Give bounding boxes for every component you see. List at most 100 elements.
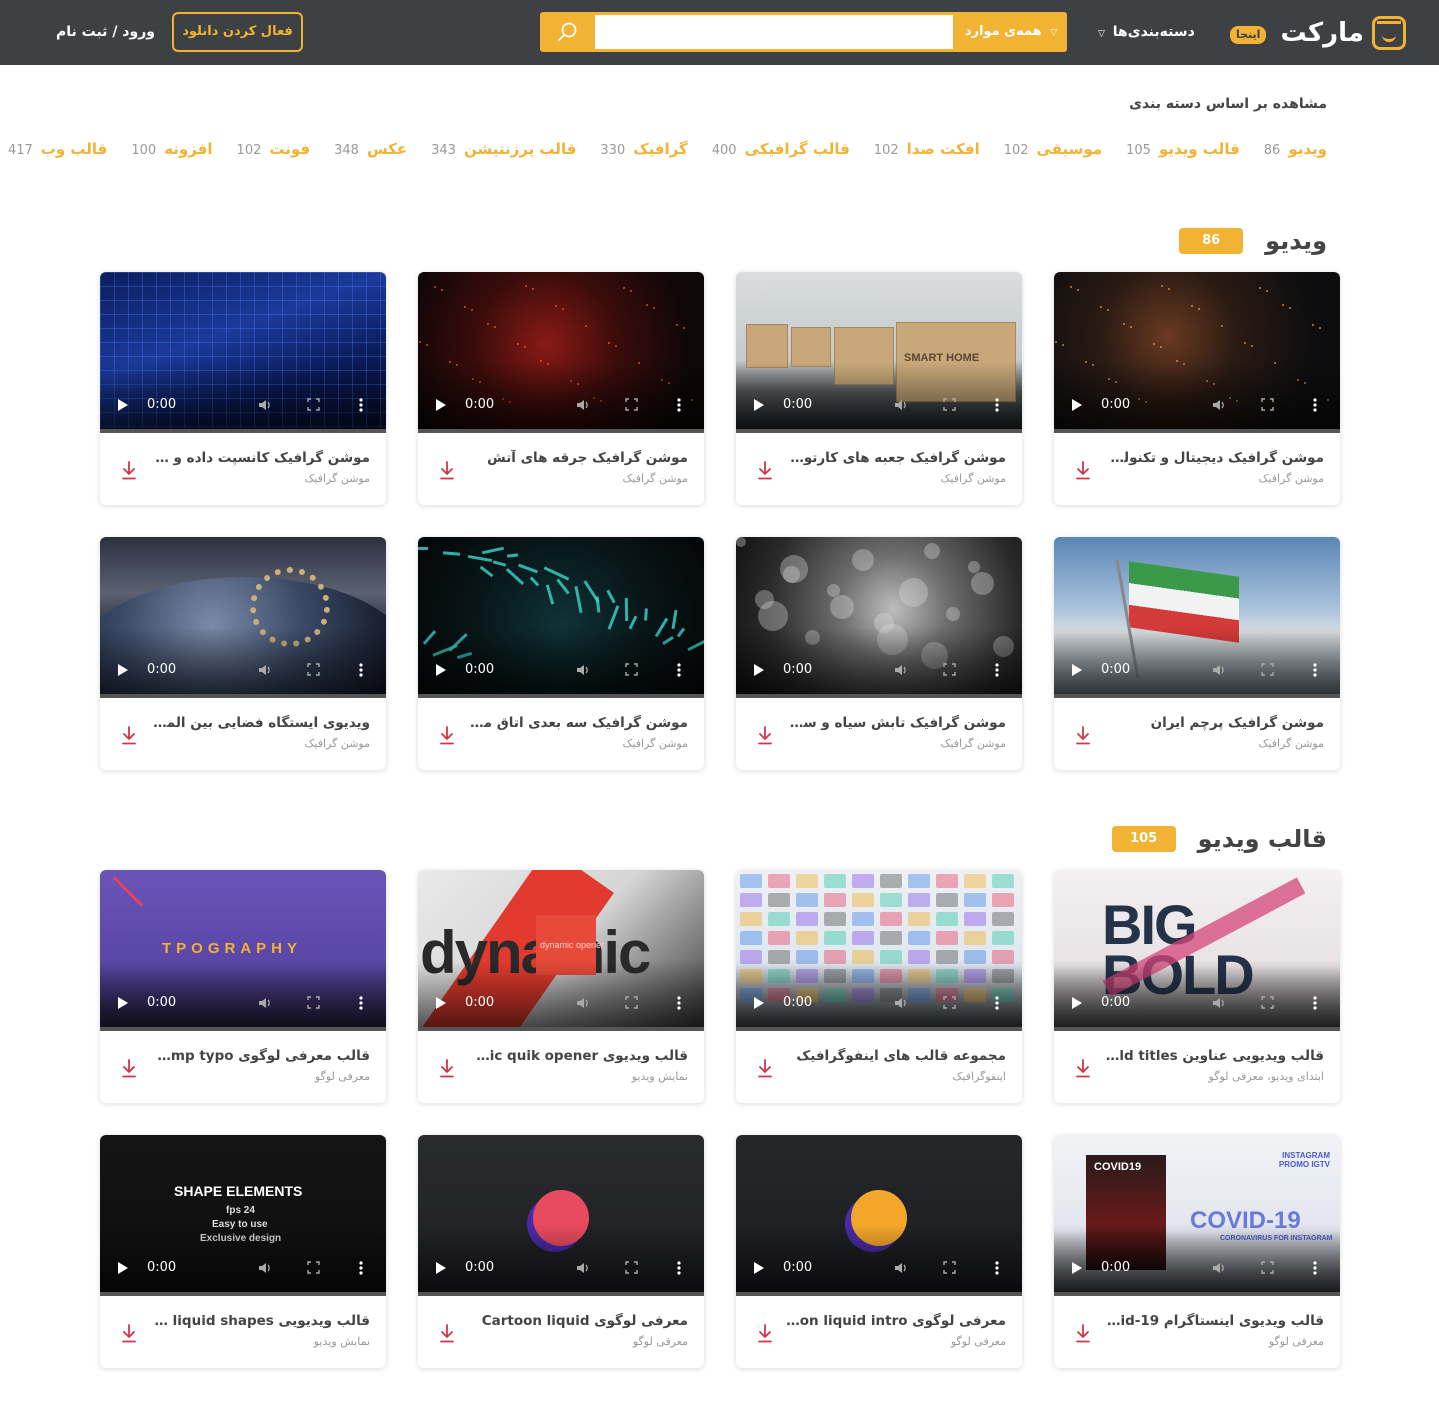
more-options-icon[interactable] — [359, 398, 363, 412]
progress-bar[interactable] — [736, 1027, 1022, 1031]
play-icon[interactable] — [118, 664, 128, 676]
volume-icon[interactable] — [258, 996, 272, 1010]
category-link[interactable]: گرافیک 330 — [600, 140, 687, 158]
more-options-icon[interactable] — [677, 996, 681, 1010]
download-icon[interactable] — [122, 1324, 136, 1343]
download-icon[interactable] — [1076, 461, 1090, 480]
video-player[interactable]: SMART HOME 0:00 — [736, 272, 1022, 432]
card-title[interactable]: موشن گرافیک کانسپت داده و ت... — [150, 450, 370, 466]
fullscreen-icon[interactable] — [307, 398, 320, 411]
card-title[interactable]: قالب ویدیوی mic quik opener... — [468, 1048, 688, 1064]
download-icon[interactable] — [1076, 1059, 1090, 1078]
card-title[interactable]: قالب معرفی لوگوی stomp typo ... — [150, 1048, 370, 1064]
video-player[interactable]: TPOGRAPHY 0:00 — [100, 870, 386, 1030]
play-icon[interactable] — [118, 1262, 128, 1274]
play-icon[interactable] — [1072, 664, 1082, 676]
volume-icon[interactable] — [1212, 398, 1226, 412]
category-link[interactable]: قالب ویدیو 105 — [1126, 140, 1240, 158]
fullscreen-icon[interactable] — [943, 398, 956, 411]
card-title[interactable]: ویدیوی ایستگاه فضایی بین المللی — [150, 715, 370, 731]
progress-bar[interactable] — [1054, 694, 1340, 698]
download-icon[interactable] — [440, 1059, 454, 1078]
download-icon[interactable] — [440, 726, 454, 745]
login-register-link[interactable]: ورود / ثبت نام — [56, 22, 155, 42]
more-options-icon[interactable] — [995, 996, 999, 1010]
volume-icon[interactable] — [894, 996, 908, 1010]
download-icon[interactable] — [122, 461, 136, 480]
media-card[interactable]: 0:00 موشن گرافیک سه بعدی اتاق مک... موشن گ… — [418, 537, 704, 770]
card-category[interactable]: موشن گرافیک — [941, 737, 1006, 750]
volume-icon[interactable] — [1212, 1261, 1226, 1275]
video-player[interactable]: 0:00 — [736, 537, 1022, 697]
volume-icon[interactable] — [894, 1261, 908, 1275]
card-category[interactable]: موشن گرافیک — [305, 737, 370, 750]
fullscreen-icon[interactable] — [307, 663, 320, 676]
search-button[interactable] — [540, 12, 595, 52]
volume-icon[interactable] — [258, 663, 272, 677]
progress-bar[interactable] — [1054, 1292, 1340, 1296]
more-options-icon[interactable] — [1313, 398, 1317, 412]
fullscreen-icon[interactable] — [1261, 1261, 1274, 1274]
category-link[interactable]: قالب پرزنتیشن 343 — [431, 140, 576, 158]
media-card[interactable]: BIGBOLD0:00 قالب ویدیویی عناوین ld titles… — [1054, 870, 1340, 1103]
more-options-icon[interactable] — [995, 398, 999, 412]
card-category[interactable]: موشن گرافیک — [623, 472, 688, 485]
category-link[interactable]: فونت 102 — [237, 140, 311, 158]
download-icon[interactable] — [440, 461, 454, 480]
card-title[interactable]: معرفی لوگوی toon liquid intro... — [786, 1313, 1006, 1329]
play-icon[interactable] — [436, 1262, 446, 1274]
card-category[interactable]: معرفی لوگو — [1269, 1335, 1324, 1348]
download-icon[interactable] — [440, 1324, 454, 1343]
category-link[interactable]: قالب وب 417 — [8, 140, 107, 158]
progress-bar[interactable] — [1054, 429, 1340, 433]
fullscreen-icon[interactable] — [1261, 398, 1274, 411]
play-icon[interactable] — [436, 997, 446, 1009]
more-options-icon[interactable] — [1313, 1261, 1317, 1275]
progress-bar[interactable] — [418, 429, 704, 433]
card-category[interactable]: موشن گرافیک — [305, 472, 370, 485]
category-link[interactable]: ویدیو 86 — [1264, 140, 1327, 158]
section-title[interactable]: قالب ویدیو — [1198, 825, 1327, 853]
volume-icon[interactable] — [1212, 996, 1226, 1010]
search-filter-dropdown[interactable]: ▽ همه‌ی موارد — [955, 12, 1067, 52]
search-input[interactable] — [595, 15, 953, 49]
card-title[interactable]: موشن گرافیک دیجیتال و تکنولو... — [1104, 450, 1324, 466]
activate-download-button[interactable]: فعال کردن دانلود — [172, 12, 303, 52]
card-title[interactable]: قالب ویدیوی اینستاگرام Covid-19 — [1104, 1313, 1324, 1329]
card-title[interactable]: موشن گرافیک جعبه های کارتون... — [786, 450, 1006, 466]
volume-icon[interactable] — [576, 996, 590, 1010]
more-options-icon[interactable] — [677, 663, 681, 677]
media-card[interactable]: COVID19COVID-19INSTAGRAM PROMO IGTVCORON… — [1054, 1135, 1340, 1368]
video-player[interactable]: 0:00 — [100, 537, 386, 697]
more-options-icon[interactable] — [995, 1261, 999, 1275]
video-player[interactable]: 0:00 — [1054, 272, 1340, 432]
more-options-icon[interactable] — [359, 1261, 363, 1275]
video-player[interactable]: COVID19COVID-19INSTAGRAM PROMO IGTVCORON… — [1054, 1135, 1340, 1295]
play-icon[interactable] — [754, 997, 764, 1009]
progress-bar[interactable] — [100, 694, 386, 698]
video-player[interactable]: 0:00 — [418, 537, 704, 697]
more-options-icon[interactable] — [359, 663, 363, 677]
media-card[interactable]: 0:00 موشن گرافیک کانسپت داده و ت... موشن گ… — [100, 272, 386, 505]
play-icon[interactable] — [754, 1262, 764, 1274]
progress-bar[interactable] — [418, 1027, 704, 1031]
progress-bar[interactable] — [418, 694, 704, 698]
download-icon[interactable] — [758, 1324, 772, 1343]
card-category[interactable]: نمایش ویدیو — [314, 1335, 370, 1348]
play-icon[interactable] — [118, 997, 128, 1009]
category-link[interactable]: افزونه 100 — [131, 140, 212, 158]
category-link[interactable]: موسیقی 102 — [1004, 140, 1102, 158]
progress-bar[interactable] — [736, 1292, 1022, 1296]
card-title[interactable]: موشن گرافیک پرچم ایران — [1104, 715, 1324, 731]
progress-bar[interactable] — [418, 1292, 704, 1296]
volume-icon[interactable] — [258, 1261, 272, 1275]
fullscreen-icon[interactable] — [943, 1261, 956, 1274]
more-options-icon[interactable] — [995, 663, 999, 677]
video-player[interactable]: 0:00 — [1054, 537, 1340, 697]
media-card[interactable]: 0:00 موشن گرافیک تابش سیاه و سفید موشن گرا… — [736, 537, 1022, 770]
play-icon[interactable] — [1072, 399, 1082, 411]
progress-bar[interactable] — [100, 1292, 386, 1296]
card-category[interactable]: موشن گرافیک — [1259, 737, 1324, 750]
fullscreen-icon[interactable] — [1261, 663, 1274, 676]
media-card[interactable]: 0:00 موشن گرافیک پرچم ایران موشن گرافیک — [1054, 537, 1340, 770]
